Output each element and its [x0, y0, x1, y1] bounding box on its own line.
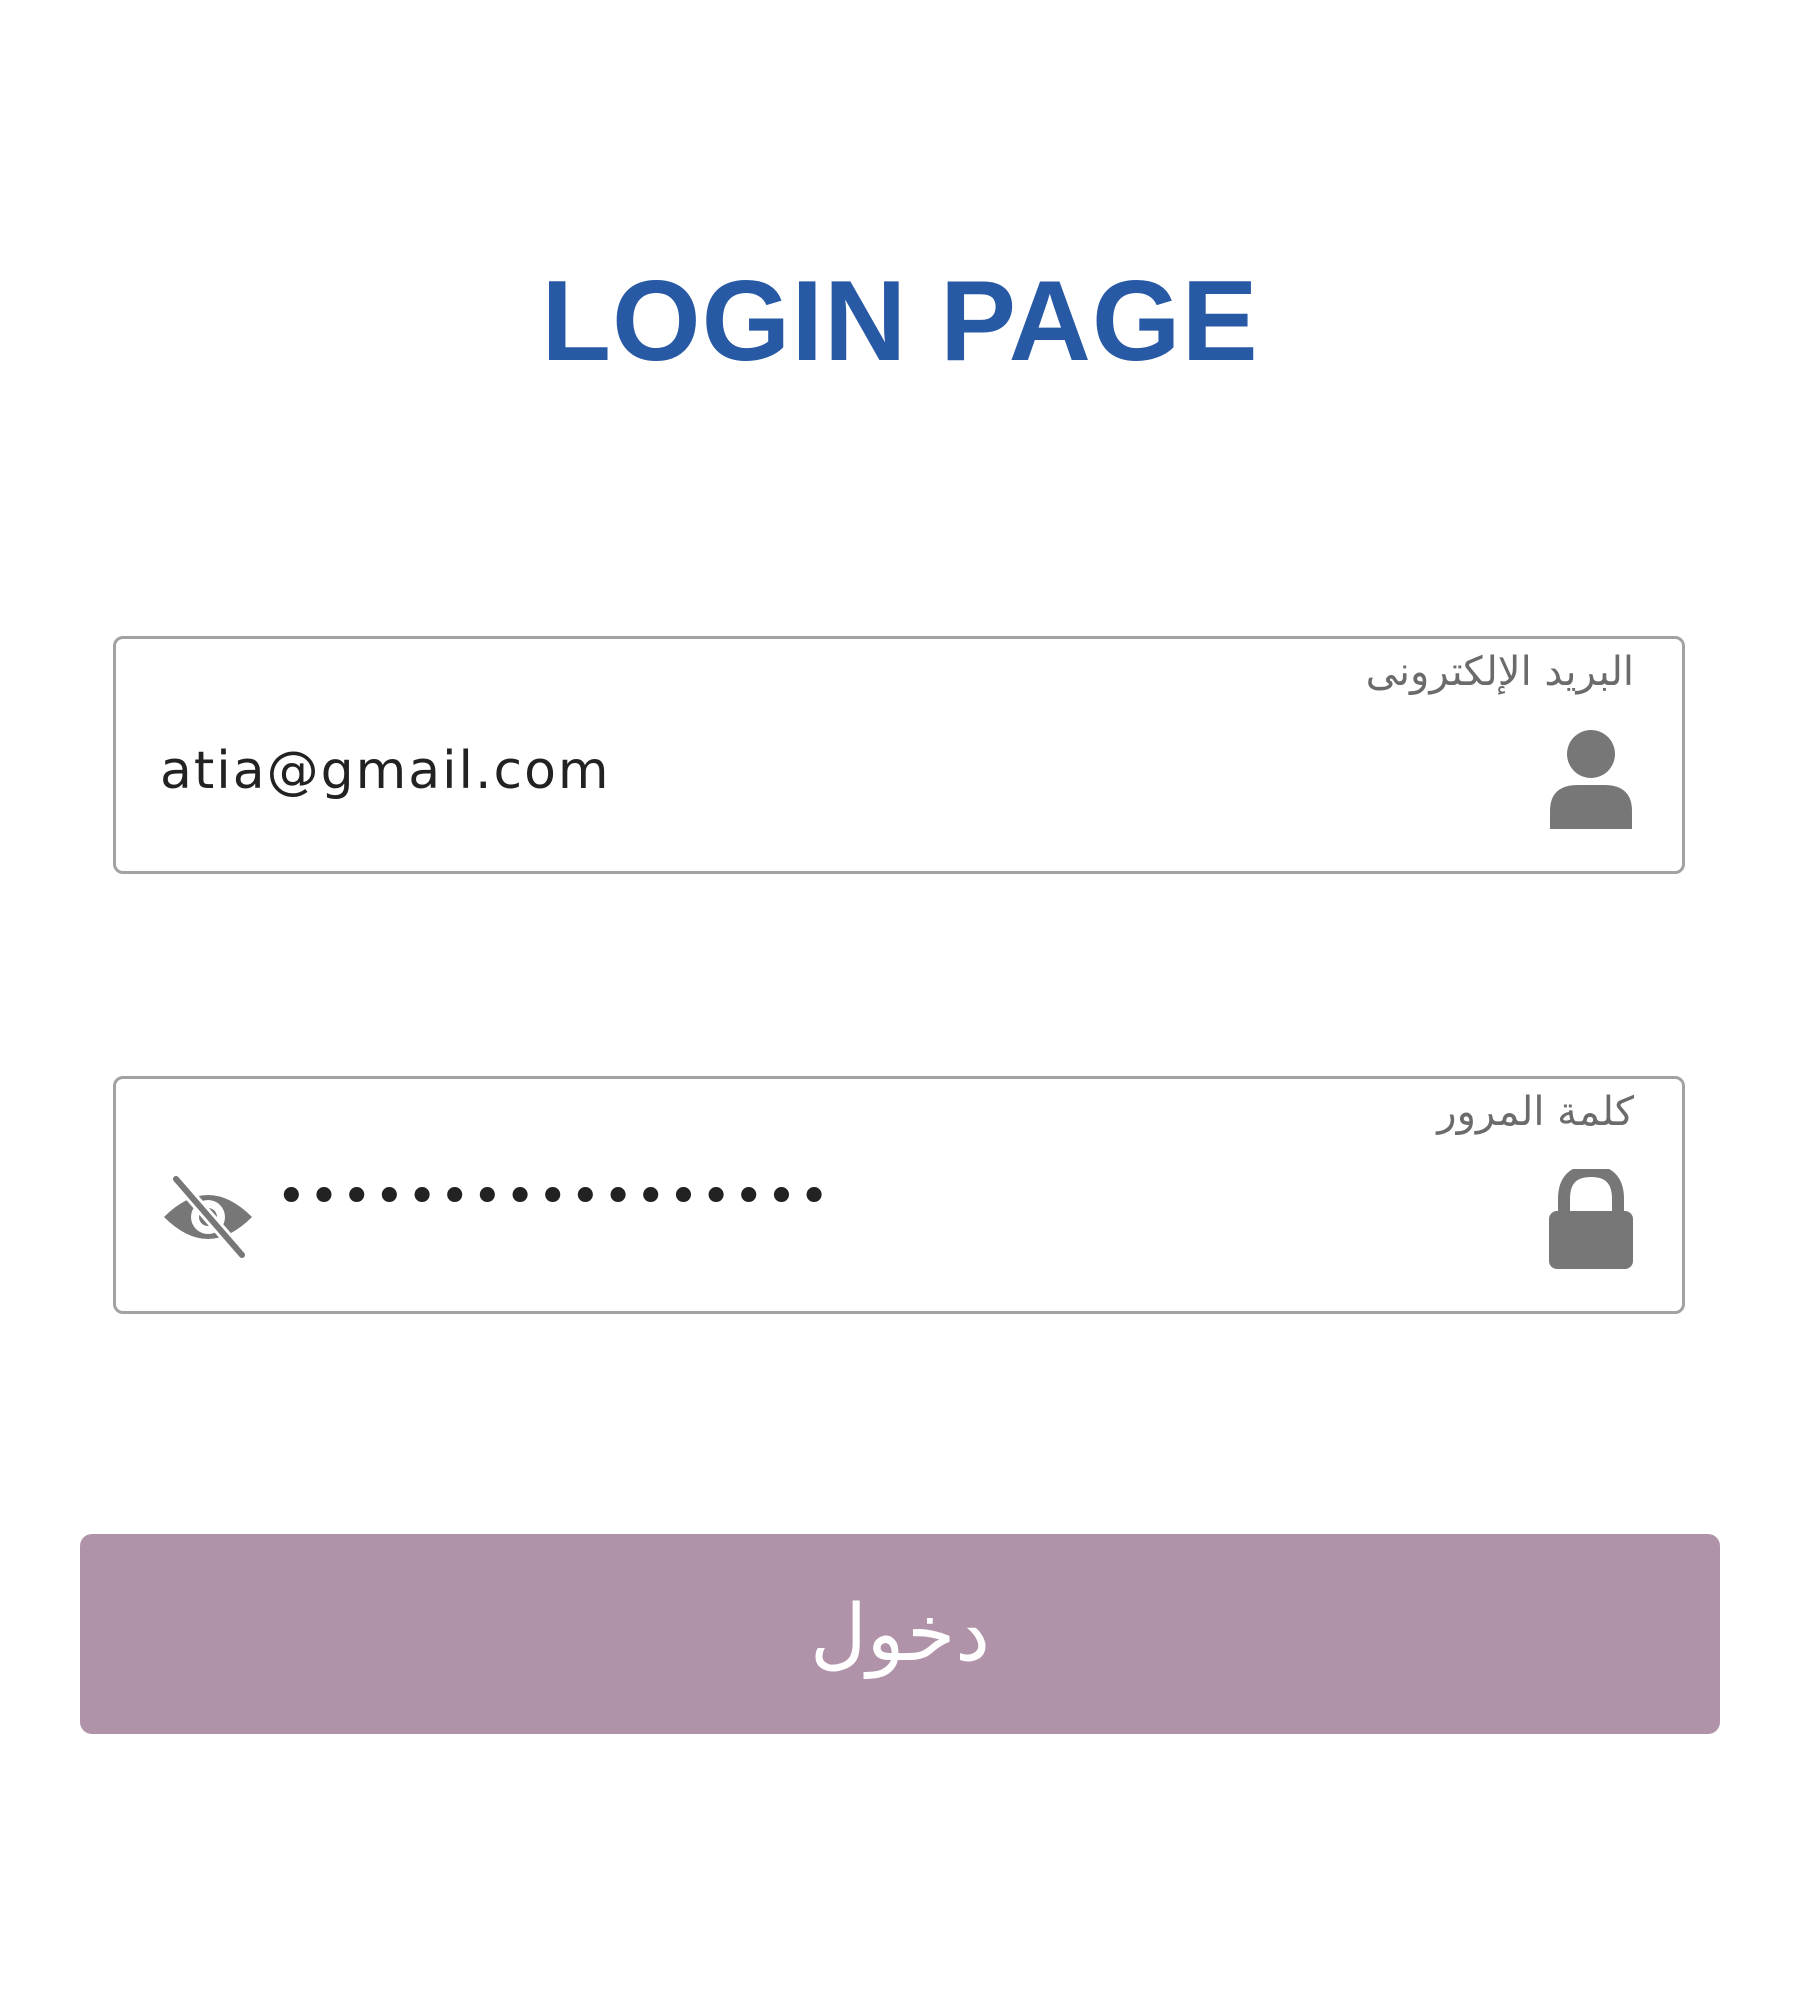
email-field-label: البريد الإلكترونى	[1365, 649, 1634, 695]
page-title: LOGIN PAGE	[541, 258, 1259, 385]
email-field[interactable]: البريد الإلكترونى atia@gmail.com	[113, 636, 1685, 874]
password-field-label: كلمة المرور	[1437, 1089, 1634, 1135]
lock-icon	[1548, 1164, 1634, 1269]
password-input[interactable]: •••••••••••••••••	[276, 1165, 831, 1229]
user-icon	[1548, 729, 1634, 829]
login-button[interactable]: دخول	[80, 1534, 1720, 1734]
email-input[interactable]: atia@gmail.com	[160, 739, 611, 803]
password-field[interactable]: كلمة المرور •••••••••••••••••	[113, 1076, 1685, 1314]
eye-slash-icon[interactable]	[162, 1173, 254, 1261]
